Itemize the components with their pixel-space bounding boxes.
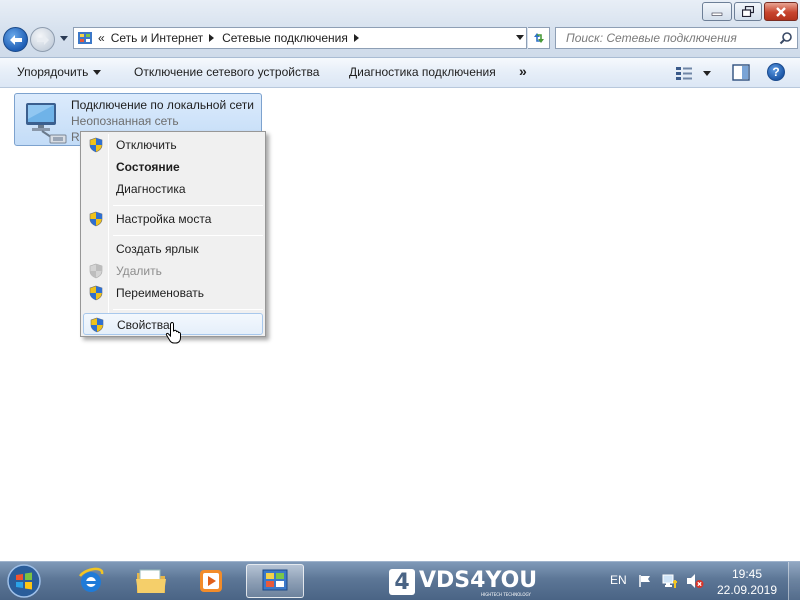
menu-item-label: Создать ярлык <box>116 242 199 256</box>
recent-pages-button[interactable] <box>58 33 70 45</box>
chevron-down-icon <box>60 36 68 41</box>
logo-tagline: HIGHTECH TECHNOLOGY <box>481 592 531 597</box>
menu-item-diagnostics[interactable]: Диагностика <box>83 178 263 200</box>
menu-separator <box>113 309 263 310</box>
minimize-button[interactable] <box>702 2 732 21</box>
menu-item-rename[interactable]: Переименовать <box>83 282 263 304</box>
menu-separator <box>113 205 263 206</box>
menu-item-delete: Удалить <box>83 260 263 282</box>
menu-separator <box>113 235 263 236</box>
chevron-down-icon <box>93 70 102 76</box>
back-button[interactable] <box>3 27 28 52</box>
uac-shield-icon <box>90 317 104 333</box>
minimize-icon <box>711 12 723 16</box>
taskbar: 4 VDS4YOU HIGHTECH TECHNOLOGY EN 19:45 2… <box>0 561 800 600</box>
mouse-cursor-icon <box>165 321 181 344</box>
view-list-icon <box>676 67 692 80</box>
network-tray-icon[interactable] <box>662 573 678 589</box>
uac-shield-icon <box>89 263 103 279</box>
vds4you-logo: 4 VDS4YOU HIGHTECH TECHNOLOGY <box>389 568 545 597</box>
menu-item-label: Отключить <box>116 138 177 152</box>
media-player-icon <box>200 570 222 592</box>
arrow-left-icon <box>9 34 22 45</box>
menu-item-label: Состояние <box>116 160 180 174</box>
windows-start-icon[interactable] <box>4 563 44 599</box>
logo-text: VDS4YOU <box>419 568 538 593</box>
menu-item-create-shortcut[interactable]: Создать ярлык <box>83 238 263 260</box>
logo-number: 4 <box>389 569 415 595</box>
forward-button[interactable] <box>30 27 55 52</box>
organize-button[interactable]: Упорядочить <box>17 65 102 79</box>
preview-pane-icon[interactable] <box>732 64 750 81</box>
taskbar-media-player-button[interactable] <box>182 564 240 598</box>
menu-item-status[interactable]: Состояние <box>83 156 263 178</box>
breadcrumb-separator-icon[interactable] <box>209 34 215 42</box>
menu-item-label: Настройка моста <box>116 212 212 226</box>
uac-shield-icon <box>89 137 103 153</box>
chevron-down-icon <box>703 70 711 76</box>
close-button[interactable] <box>764 2 798 21</box>
show-desktop-button[interactable] <box>788 562 800 600</box>
adapter-device-name: R <box>71 130 80 144</box>
adapter-name: Подключение по локальной сети <box>71 98 254 112</box>
close-icon <box>776 6 786 17</box>
window-titlebar: « Сеть и Интернет Сетевые подключения <box>0 0 800 58</box>
breadcrumb-separator-icon[interactable] <box>353 34 359 42</box>
file-explorer-icon <box>136 569 166 593</box>
menu-item-label: Диагностика <box>116 182 186 196</box>
menu-item-label: Свойства <box>117 318 170 332</box>
breadcrumb-network-connections[interactable]: Сетевые подключения <box>222 31 348 45</box>
adapter-status: Неопознанная сеть <box>71 114 179 128</box>
disable-device-button[interactable]: Отключение сетевого устройства <box>134 65 319 79</box>
organize-label: Упорядочить <box>17 65 89 79</box>
change-view-button[interactable] <box>676 64 716 82</box>
context-menu: Отключить Состояние Диагностика Настройк… <box>80 131 266 337</box>
diagnose-connection-button[interactable]: Диагностика подключения <box>349 65 496 79</box>
menu-item-disable[interactable]: Отключить <box>83 134 263 156</box>
clock-date[interactable]: 22.09.2019 <box>715 583 779 597</box>
menu-item-label: Переименовать <box>116 286 204 300</box>
more-commands-button[interactable]: » <box>519 63 527 79</box>
taskbar-network-connections-button[interactable] <box>246 564 304 598</box>
arrow-right-icon <box>36 34 49 45</box>
restore-icon <box>742 6 754 17</box>
control-panel-icon <box>78 32 92 44</box>
breadcrumb-overflow[interactable]: « <box>98 31 105 45</box>
action-center-flag-icon[interactable] <box>638 574 652 588</box>
uac-shield-icon <box>89 285 103 301</box>
search-box[interactable] <box>555 27 798 49</box>
breadcrumb-network-internet[interactable]: Сеть и Интернет <box>111 31 203 45</box>
menu-item-label: Удалить <box>116 264 162 278</box>
refresh-button[interactable] <box>528 27 550 49</box>
menu-item-bridge[interactable]: Настройка моста <box>83 208 263 230</box>
language-indicator[interactable]: EN <box>610 573 627 587</box>
taskbar-ie-button[interactable] <box>62 564 120 598</box>
address-bar[interactable]: « Сеть и Интернет Сетевые подключения <box>73 27 527 49</box>
search-icon[interactable] <box>779 31 793 45</box>
network-connections-icon <box>262 569 288 591</box>
uac-shield-icon <box>89 211 103 227</box>
command-bar: Упорядочить Отключение сетевого устройст… <box>0 58 800 88</box>
refresh-icon <box>533 33 544 43</box>
clock-time[interactable]: 19:45 <box>715 567 779 581</box>
internet-explorer-icon <box>79 567 104 592</box>
help-button[interactable]: ? <box>767 63 785 81</box>
restore-button[interactable] <box>734 2 762 21</box>
network-adapter-icon <box>26 103 67 144</box>
taskbar-explorer-button[interactable] <box>122 564 180 598</box>
address-dropdown-icon[interactable] <box>516 35 524 40</box>
volume-muted-icon[interactable] <box>686 573 704 589</box>
search-input[interactable] <box>556 28 776 48</box>
